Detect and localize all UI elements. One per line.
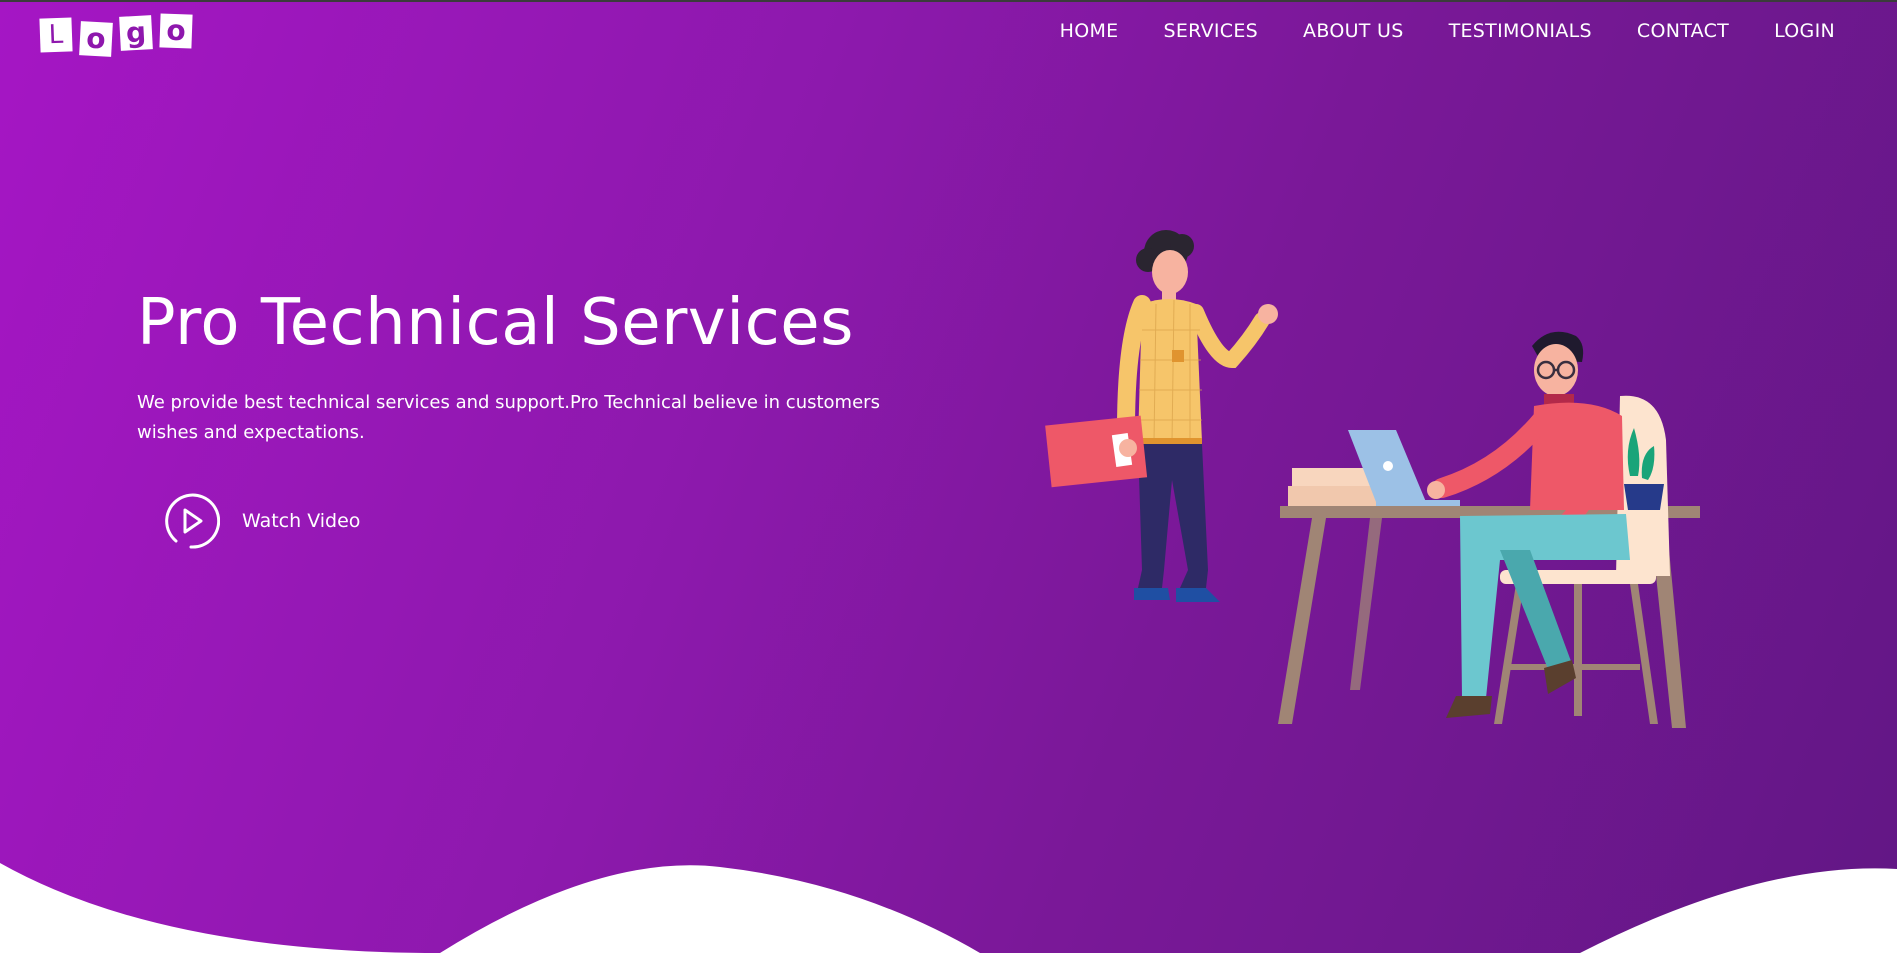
hero-page: L o g o HOME SERVICES ABOUT US TESTIMONI… — [0, 0, 1897, 953]
bottom-wave — [0, 863, 1897, 953]
nav-testimonials[interactable]: TESTIMONIALS — [1449, 20, 1592, 42]
play-circle-icon[interactable] — [162, 492, 220, 550]
hero-description: We provide best technical services and s… — [137, 392, 880, 443]
nav-home[interactable]: HOME — [1060, 20, 1119, 42]
nav-contact[interactable]: CONTACT — [1637, 20, 1729, 42]
office-workers-illustration — [1045, 230, 1700, 728]
seated-man-figure — [1427, 331, 1630, 718]
watch-video-button[interactable]: Watch Video — [162, 492, 360, 550]
nav-about-us[interactable]: ABOUT US — [1303, 20, 1404, 42]
hero-title: Pro Technical Services — [137, 286, 854, 360]
logo-letter: o — [79, 21, 113, 57]
logo-letter: o — [159, 13, 193, 49]
paper-stack — [1288, 468, 1376, 506]
top-border — [0, 0, 1897, 2]
watch-video-label: Watch Video — [242, 510, 361, 532]
logo-letter: g — [119, 15, 153, 51]
standing-man-figure — [1045, 230, 1278, 602]
main-nav: HOME SERVICES ABOUT US TESTIMONIALS CONT… — [1060, 20, 1835, 42]
nav-login[interactable]: LOGIN — [1774, 20, 1835, 42]
nav-services[interactable]: SERVICES — [1163, 20, 1258, 42]
logo-letter: L — [39, 17, 73, 53]
logo[interactable]: L o g o — [39, 13, 193, 57]
